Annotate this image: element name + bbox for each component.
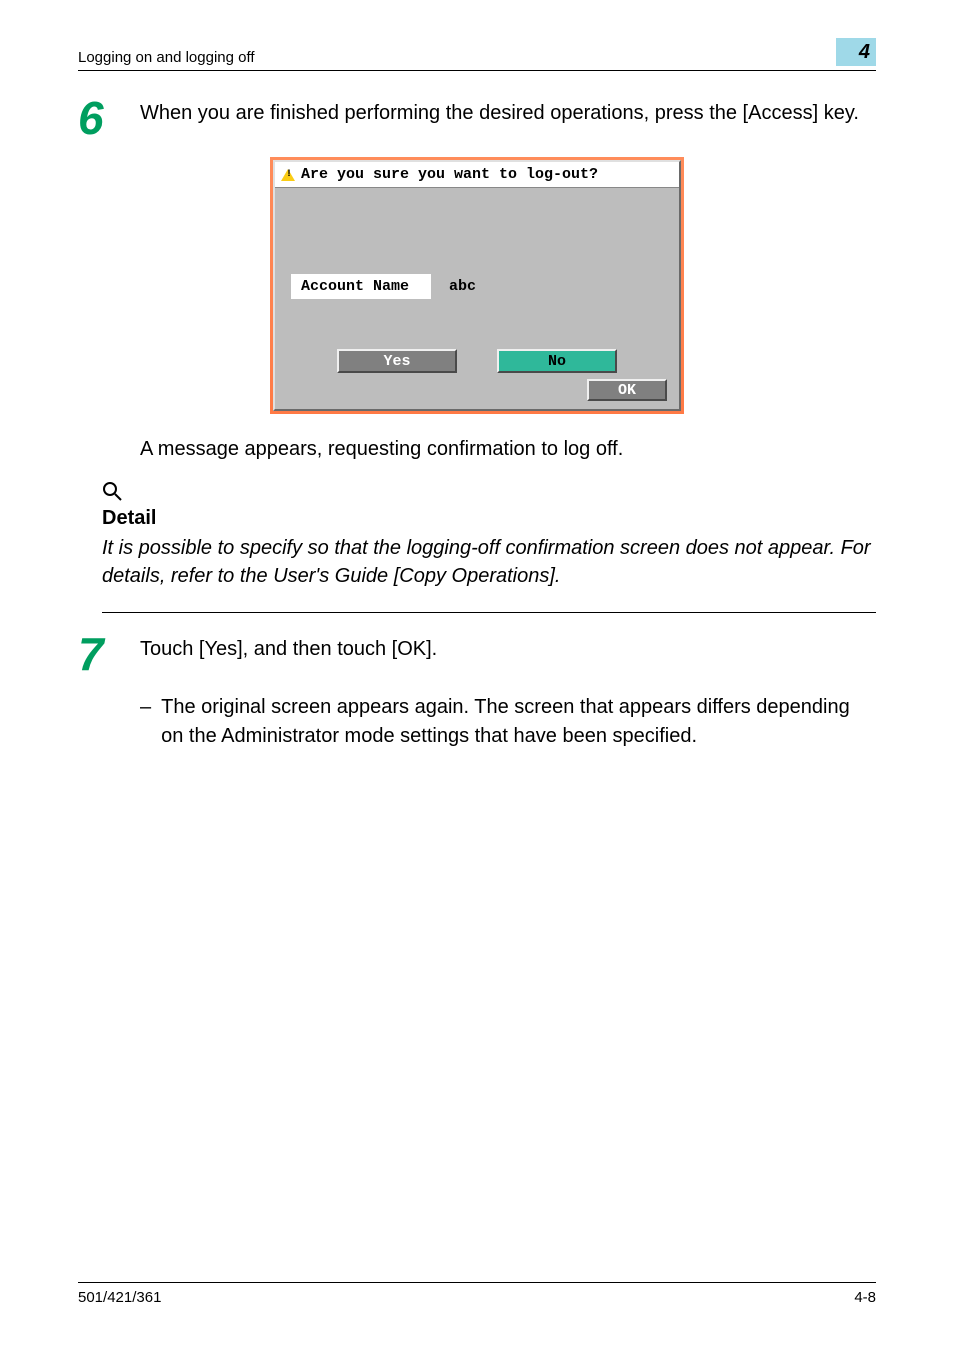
warning-icon [281, 169, 295, 181]
step-number: 6 [78, 95, 116, 141]
logout-dialog: Are you sure you want to log-out? Accoun… [270, 157, 684, 414]
header-title: Logging on and logging off [78, 49, 255, 66]
step-7-sublist: The original screen appears again. The s… [140, 693, 876, 751]
dialog-screenshot: Are you sure you want to log-out? Accoun… [78, 157, 876, 414]
detail-block: Detail It is possible to specify so that… [102, 481, 876, 613]
after-dialog-text: A message appears, requesting confirmati… [140, 438, 876, 461]
step-text: When you are finished performing the des… [140, 95, 859, 141]
ok-button[interactable]: OK [587, 379, 667, 401]
detail-body: It is possible to specify so that the lo… [102, 534, 876, 590]
no-button[interactable]: No [497, 349, 617, 373]
step-7-sub: The original screen appears again. The s… [161, 693, 876, 751]
step-number: 7 [78, 631, 116, 677]
dialog-prompt: Are you sure you want to log-out? [301, 166, 598, 183]
magnifier-icon [102, 481, 122, 501]
page-header: Logging on and logging off 4 [78, 38, 876, 71]
step-7: 7 Touch [Yes], and then touch [OK]. [78, 631, 876, 677]
footer-left: 501/421/361 [78, 1289, 161, 1306]
page-footer: 501/421/361 4-8 [78, 1282, 876, 1306]
account-name-label: Account Name [291, 274, 431, 299]
account-name-value: abc [441, 274, 663, 299]
detail-heading: Detail [102, 507, 876, 530]
account-row: Account Name abc [275, 268, 679, 309]
chapter-badge: 4 [836, 38, 876, 66]
yes-button[interactable]: Yes [337, 349, 457, 373]
dialog-title-bar: Are you sure you want to log-out? [275, 162, 679, 188]
footer-right: 4-8 [854, 1289, 876, 1306]
step-6: 6 When you are finished performing the d… [78, 95, 876, 141]
step-text: Touch [Yes], and then touch [OK]. [140, 631, 437, 677]
